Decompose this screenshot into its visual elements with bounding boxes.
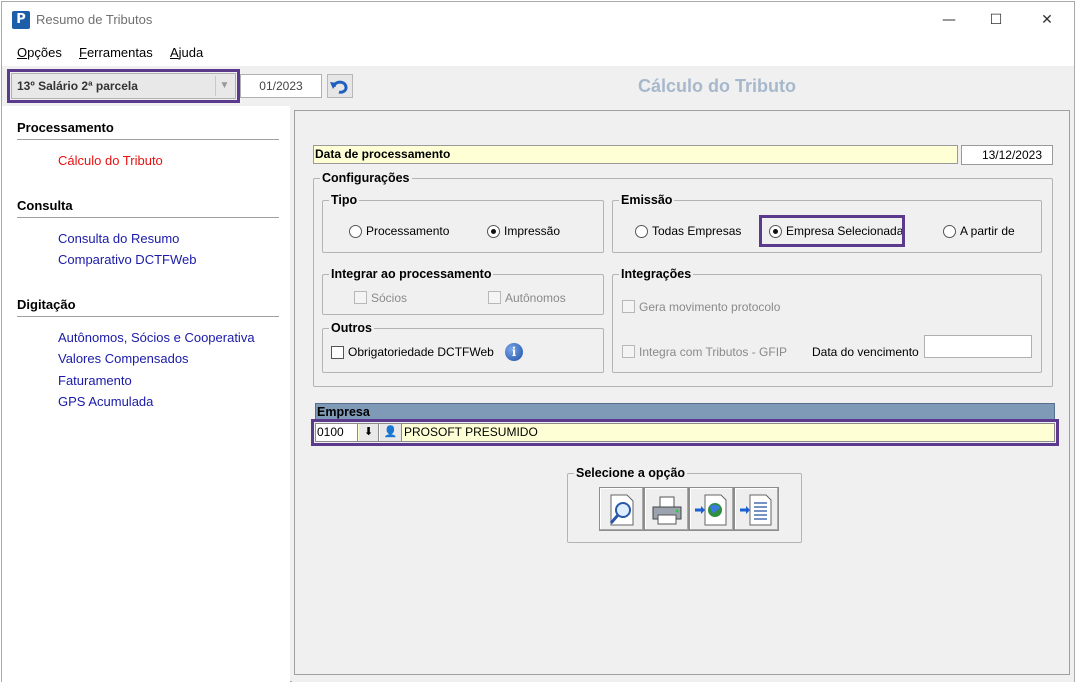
section-title-consulta: Consulta: [17, 198, 73, 213]
checkbox-socios[interactable]: [354, 291, 367, 304]
export-web-button[interactable]: [689, 487, 734, 531]
data-vencimento-input[interactable]: [924, 335, 1032, 358]
close-button[interactable]: ✕: [1029, 8, 1065, 32]
checkbox-socios-label[interactable]: Sócios: [371, 291, 407, 305]
data-vencimento-label: Data do vencimento: [812, 345, 919, 359]
radio-todas-empresas[interactable]: [635, 225, 648, 238]
app-logo-icon: P: [12, 11, 30, 29]
period-input[interactable]: 01/2023: [240, 74, 322, 98]
tipo-legend: Tipo: [331, 193, 358, 207]
checkbox-integra-gfip[interactable]: [622, 345, 635, 358]
checkbox-obrigatoriedade-dctfweb[interactable]: [331, 346, 344, 359]
section-title-digitacao: Digitação: [17, 297, 76, 312]
checkbox-gera-movimento[interactable]: [622, 300, 635, 313]
checkbox-autonomos-label[interactable]: Autônomos: [505, 291, 566, 305]
sidebar-item-calculo-tributo[interactable]: Cálculo do Tributo: [58, 153, 163, 168]
sidebar-item-faturamento[interactable]: Faturamento: [58, 373, 132, 388]
integracoes-legend: Integrações: [621, 267, 692, 281]
configuracoes-legend: Configurações: [322, 171, 410, 185]
preview-icon: [609, 494, 634, 526]
title-bar: P Resumo de Tributos — ☐ ✕: [2, 2, 1074, 38]
selecione-opcao-legend: Selecione a opção: [576, 466, 686, 480]
main-panel: Data de processamento 13/12/2023 Configu…: [292, 106, 1074, 682]
checkbox-autonomos[interactable]: [488, 291, 501, 304]
sidebar: Processamento Cálculo do Tributo Consult…: [2, 106, 290, 682]
opcoes-toolbar: [599, 487, 781, 533]
radio-impressao-label[interactable]: Impressão: [504, 224, 560, 238]
radio-processamento[interactable]: [349, 225, 362, 238]
section-divider: [17, 139, 279, 140]
radio-a-partir-de-label[interactable]: A partir de: [960, 224, 1015, 238]
highlight-frame: [759, 215, 905, 247]
section-divider: [17, 316, 279, 317]
info-icon[interactable]: i: [505, 343, 523, 361]
maximize-button[interactable]: ☐: [978, 8, 1014, 32]
outros-legend: Outros: [331, 321, 372, 335]
menu-opcoes[interactable]: Opções: [17, 45, 62, 60]
tipo-group: Tipo: [322, 193, 604, 253]
toolbar: 13º Salário 2ª parcela ▼ 01/2023 Cálculo…: [2, 66, 1074, 106]
app-window: P Resumo de Tributos — ☐ ✕ Opções Ferram…: [1, 1, 1075, 682]
data-processamento-input[interactable]: 13/12/2023: [961, 145, 1053, 165]
main-content: Data de processamento 13/12/2023 Configu…: [294, 110, 1070, 675]
radio-impressao[interactable]: [487, 225, 500, 238]
refresh-button[interactable]: [327, 74, 353, 98]
section-title-processamento: Processamento: [17, 120, 114, 135]
print-button[interactable]: [644, 487, 689, 531]
highlight-frame: [7, 69, 240, 103]
integrar-legend: Integrar ao processamento: [331, 267, 492, 281]
minimize-button[interactable]: —: [931, 8, 967, 32]
export-globe-icon: [695, 494, 727, 526]
menu-bar: Opções Ferramentas Ajuda: [2, 38, 1074, 66]
export-document-icon: [740, 494, 772, 526]
data-processamento-label: Data de processamento: [313, 145, 958, 164]
undo-arrow-icon: [330, 80, 348, 94]
preview-button[interactable]: [599, 487, 644, 531]
printer-icon: [652, 496, 682, 525]
highlight-frame: [311, 419, 1059, 446]
radio-a-partir-de[interactable]: [943, 225, 956, 238]
checkbox-obrigatoriedade-dctfweb-label[interactable]: Obrigatoriedade DCTFWeb: [348, 345, 494, 359]
sidebar-item-autonomos-socios[interactable]: Autônomos, Sócios e Cooperativa: [58, 330, 255, 345]
sidebar-item-comparativo-dctfweb[interactable]: Comparativo DCTFWeb: [58, 252, 196, 267]
radio-processamento-label[interactable]: Processamento: [366, 224, 449, 238]
sidebar-item-gps-acumulada[interactable]: GPS Acumulada: [58, 394, 153, 409]
checkbox-gera-movimento-label[interactable]: Gera movimento protocolo: [639, 300, 780, 314]
sidebar-item-consulta-resumo[interactable]: Consulta do Resumo: [58, 231, 179, 246]
section-divider: [17, 217, 279, 218]
sidebar-item-valores-compensados[interactable]: Valores Compensados: [58, 351, 189, 366]
menu-ajuda[interactable]: Ajuda: [170, 45, 203, 60]
window-title: Resumo de Tributos: [36, 12, 153, 27]
page-title: Cálculo do Tributo: [638, 76, 796, 96]
menu-ferramentas[interactable]: Ferramentas: [79, 45, 153, 60]
checkbox-integra-gfip-label[interactable]: Integra com Tributos - GFIP: [639, 345, 787, 359]
radio-todas-empresas-label[interactable]: Todas Empresas: [652, 224, 741, 238]
emissao-legend: Emissão: [621, 193, 673, 207]
export-file-button[interactable]: [734, 487, 779, 531]
